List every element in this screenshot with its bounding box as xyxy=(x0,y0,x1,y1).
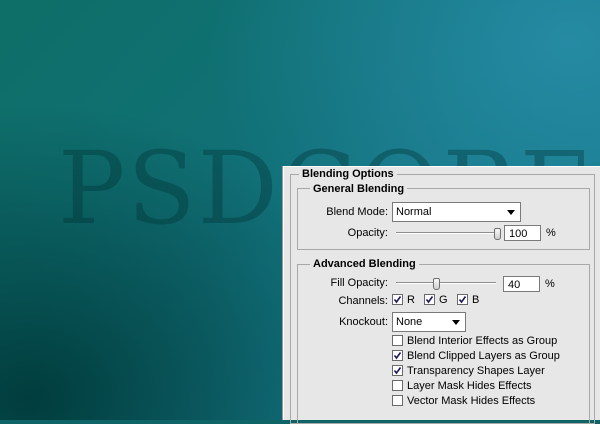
checkmark-icon xyxy=(393,352,402,360)
transparency-shapes-label: Transparency Shapes Layer xyxy=(407,365,545,377)
layer-mask-hides-effects-checkbox[interactable] xyxy=(392,380,403,391)
channel-r-label: R xyxy=(407,294,415,306)
knockout-select[interactable]: None xyxy=(392,312,466,332)
opacity-slider-track[interactable] xyxy=(396,232,499,234)
fill-opacity-label: Fill Opacity: xyxy=(330,277,388,289)
opacity-input-value: 100 xyxy=(509,228,528,240)
fill-opacity-slider-track[interactable] xyxy=(396,282,496,284)
checkmark-icon xyxy=(393,367,402,375)
advanced-blending-title: Advanced Blending xyxy=(310,258,419,270)
blend-clipped-layers-checkbox[interactable] xyxy=(392,350,403,361)
transparency-shapes-checkbox[interactable] xyxy=(392,365,403,376)
fill-opacity-slider-thumb[interactable] xyxy=(433,278,440,290)
vector-mask-hides-effects-label: Vector Mask Hides Effects xyxy=(407,395,536,407)
channels-label: Channels: xyxy=(338,295,388,307)
opacity-slider-thumb[interactable] xyxy=(494,228,501,240)
channel-g-checkbox[interactable] xyxy=(424,294,435,305)
opacity-label: Opacity: xyxy=(347,227,388,239)
fill-opacity-unit: % xyxy=(545,278,555,290)
fill-opacity-input[interactable]: 40 xyxy=(503,276,540,292)
checkmark-icon xyxy=(458,296,467,304)
channel-g-label: G xyxy=(439,294,448,306)
vector-mask-hides-effects-checkbox[interactable] xyxy=(392,395,403,406)
layer-mask-hides-effects-label: Layer Mask Hides Effects xyxy=(407,380,532,392)
blend-mode-value: Normal xyxy=(396,206,432,218)
blend-clipped-layers-label: Blend Clipped Layers as Group xyxy=(407,350,560,362)
blending-options-panel: Blending Options General Blending Blend … xyxy=(283,166,600,424)
checkmark-icon xyxy=(393,296,402,304)
blend-mode-select[interactable]: Normal xyxy=(392,202,521,222)
chevron-down-icon xyxy=(507,210,515,215)
channel-b-label: B xyxy=(472,294,480,306)
blend-interior-effects-checkbox[interactable] xyxy=(392,335,403,346)
general-blending-title: General Blending xyxy=(310,183,408,195)
opacity-input[interactable]: 100 xyxy=(504,225,541,241)
blend-interior-effects-label: Blend Interior Effects as Group xyxy=(407,335,558,347)
checkmark-icon xyxy=(425,296,434,304)
fill-opacity-input-value: 40 xyxy=(508,279,521,291)
chevron-down-icon xyxy=(452,320,460,325)
blend-mode-label: Blend Mode: xyxy=(326,206,388,218)
knockout-label: Knockout: xyxy=(339,316,388,328)
blending-options-title: Blending Options xyxy=(299,168,397,180)
knockout-value: None xyxy=(396,316,423,328)
channel-b-checkbox[interactable] xyxy=(457,294,468,305)
channel-r-checkbox[interactable] xyxy=(392,294,403,305)
opacity-unit: % xyxy=(546,227,556,239)
